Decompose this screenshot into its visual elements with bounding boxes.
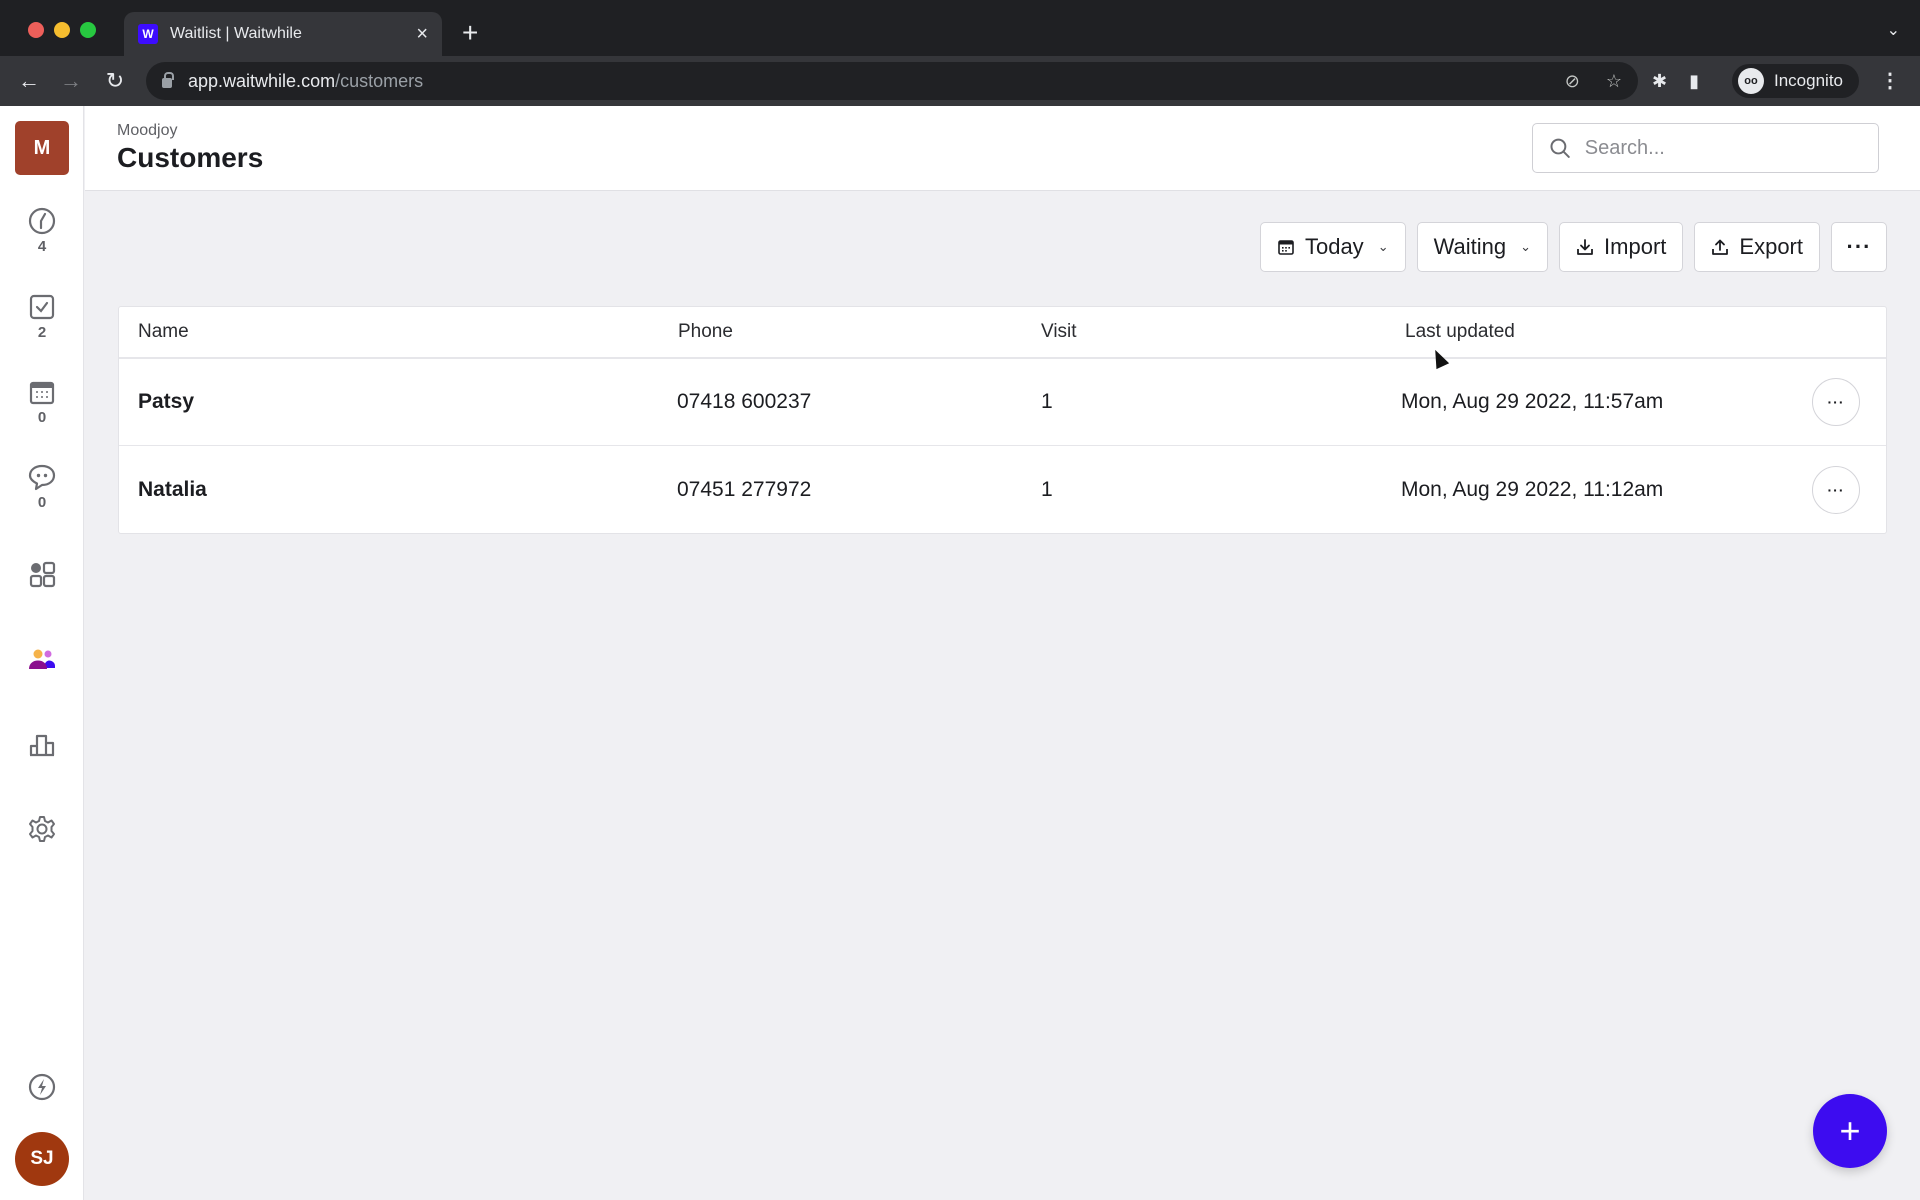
customer-name: Natalia <box>138 477 207 501</box>
app-root: M 4 2 0 0 SJ Moodjoy Customers Search...… <box>0 106 1920 1200</box>
lock-icon <box>162 72 174 88</box>
customers-table: Name Phone Visit Last updated Patsy 0741… <box>118 306 1887 534</box>
add-customer-button[interactable]: + <box>1813 1094 1887 1168</box>
url-path: /customers <box>335 70 424 91</box>
export-button[interactable]: Export <box>1694 222 1820 272</box>
table-row[interactable]: Patsy 07418 600237 1 Mon, Aug 29 2022, 1… <box>119 359 1886 446</box>
customer-phone: 07451 277972 <box>677 477 812 501</box>
table-header: Name Phone Visit Last updated <box>119 307 1886 359</box>
address-bar[interactable]: app.waitwhile.com/customers ⊘ ☆ <box>146 62 1638 100</box>
side-panel-icon[interactable]: ▮ <box>1689 71 1699 92</box>
table-row[interactable]: Natalia 07451 277972 1 Mon, Aug 29 2022,… <box>119 446 1886 533</box>
search-icon <box>1550 138 1570 158</box>
column-header-visit[interactable]: Visit <box>1022 321 1386 343</box>
tracking-blocked-eye-icon[interactable]: ⊘ <box>1565 71 1580 92</box>
status-filter-dropdown[interactable]: Waiting ⌄ <box>1416 222 1549 272</box>
import-button[interactable]: Import <box>1559 222 1684 272</box>
window-maximize-button[interactable] <box>80 22 96 38</box>
breadcrumb[interactable]: Moodjoy <box>117 122 177 140</box>
calendar-icon <box>29 381 55 405</box>
forward-arrow-icon[interactable]: → <box>56 66 86 96</box>
browser-toolbar: ← → ↻ app.waitwhile.com/customers ⊘ ☆ ✱ … <box>0 56 1920 106</box>
browser-tabstrip: W Waitlist | Waitwhile × + ⌄ <box>0 0 1920 56</box>
chevron-down-icon: ⌄ <box>1377 239 1389 254</box>
sidebar-item-waitlist[interactable]: 2 <box>0 292 84 341</box>
chevron-down-icon: ⌄ <box>1520 239 1532 254</box>
calendar-icon <box>1278 240 1294 255</box>
window-close-button[interactable] <box>28 22 44 38</box>
apps-grid-icon <box>29 561 56 588</box>
sidebar-item-settings[interactable] <box>0 814 84 844</box>
customer-visit-count: 1 <box>1041 477 1053 501</box>
search-box[interactable] <box>1532 123 1879 173</box>
reload-icon[interactable]: ↻ <box>100 66 130 96</box>
customer-phone: 07418 600237 <box>677 390 812 413</box>
incognito-profile-button[interactable]: oo Incognito <box>1732 64 1859 98</box>
export-label: Export <box>1739 234 1803 259</box>
org-switcher[interactable]: M <box>15 121 69 175</box>
tab-title: Waitlist | Waitwhile <box>170 25 302 42</box>
search-input[interactable] <box>1584 136 1862 160</box>
lightning-icon <box>28 1073 56 1101</box>
column-header-name[interactable]: Name <box>119 321 659 343</box>
download-icon <box>1577 239 1593 255</box>
date-filter-label: Today <box>1304 234 1364 259</box>
window-minimize-button[interactable] <box>54 22 70 38</box>
sidebar-item-customers[interactable] <box>0 644 84 674</box>
tab-close-icon[interactable]: × <box>416 23 428 46</box>
incognito-icon: oo <box>1738 68 1764 94</box>
messages-count: 0 <box>37 494 47 511</box>
sidebar-item-apps[interactable] <box>0 559 84 589</box>
chat-icon <box>28 464 56 491</box>
sidebar: M 4 2 0 0 SJ <box>0 106 84 1200</box>
extensions-puzzle-icon[interactable]: ✱ <box>1652 71 1667 92</box>
settings-icon <box>29 816 55 842</box>
checklist-icon <box>29 294 55 320</box>
customers-icon <box>29 649 55 669</box>
sidebar-item-dashboard[interactable]: 4 <box>0 206 84 255</box>
calendar-count: 0 <box>37 409 47 426</box>
browser-menu-icon[interactable]: ⋮ <box>1880 68 1900 93</box>
row-menu-button[interactable]: ··· <box>1812 378 1860 426</box>
browser-tab-active[interactable]: W Waitlist | Waitwhile × <box>124 12 442 56</box>
row-menu-button[interactable]: ··· <box>1812 465 1860 514</box>
waitwhile-favicon-icon: W <box>138 24 158 44</box>
dashboard-gauge-icon <box>28 207 56 235</box>
bookmark-star-icon[interactable]: ☆ <box>1606 71 1622 92</box>
new-tab-button[interactable]: + <box>462 16 478 50</box>
column-header-phone[interactable]: Phone <box>659 321 1022 343</box>
page-title: Customers <box>117 142 264 173</box>
tab-search-chevron-icon[interactable]: ⌄ <box>1887 20 1900 40</box>
customer-name: Patsy <box>138 390 195 413</box>
date-filter-dropdown[interactable]: Today ⌄ <box>1259 222 1406 272</box>
page-header: Moodjoy Customers <box>85 106 1920 191</box>
customer-visit-count: 1 <box>1041 390 1053 413</box>
sidebar-item-whats-new[interactable] <box>0 1072 84 1102</box>
back-arrow-icon[interactable]: ← <box>14 66 44 96</box>
customer-last-updated: Mon, Aug 29 2022, 11:12am <box>1401 477 1664 501</box>
table-actions: Today ⌄ Waiting ⌄ Import Export ··· <box>1259 222 1887 272</box>
import-label: Import <box>1604 234 1667 259</box>
more-actions-button[interactable]: ··· <box>1831 222 1887 272</box>
profile-label: Incognito <box>1774 71 1843 90</box>
url-host: app.waitwhile.com <box>188 70 336 91</box>
sidebar-item-analytics[interactable] <box>0 729 84 759</box>
status-filter-label: Waiting <box>1433 234 1507 259</box>
dashboard-count: 4 <box>37 238 47 255</box>
user-avatar[interactable]: SJ <box>15 1132 69 1186</box>
sidebar-item-messages[interactable]: 0 <box>0 462 84 511</box>
analytics-icon <box>29 734 55 757</box>
sidebar-item-calendar[interactable]: 0 <box>0 377 84 426</box>
customer-last-updated: Mon, Aug 29 2022, 11:57am <box>1401 390 1664 413</box>
waitlist-count: 2 <box>37 324 47 341</box>
column-header-last-updated[interactable]: Last updated <box>1386 321 1806 343</box>
upload-icon <box>1712 239 1729 255</box>
